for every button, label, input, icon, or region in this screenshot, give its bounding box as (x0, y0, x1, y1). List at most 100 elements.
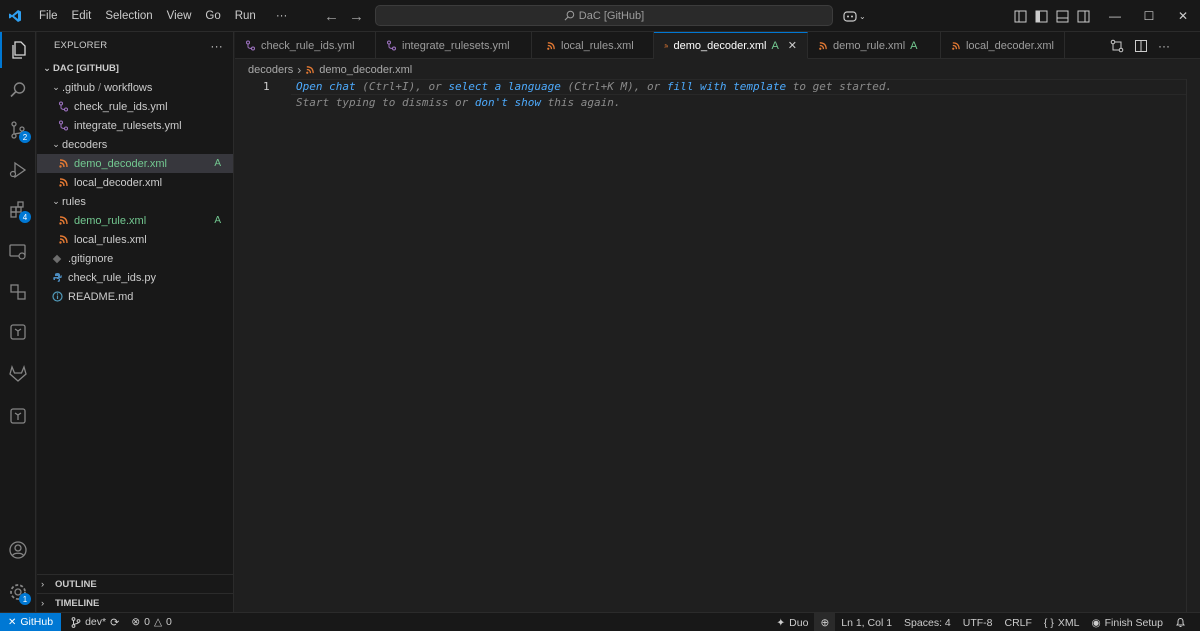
chevron-down-icon: ⌄ (52, 196, 60, 206)
folder-rules[interactable]: ⌄ rules (37, 192, 233, 211)
extensions-icon[interactable]: 4 (0, 192, 36, 228)
zoom-indicator[interactable]: ⊕ (814, 613, 836, 631)
run-debug-icon[interactable] (0, 152, 36, 188)
customize-layout-icon[interactable] (1014, 10, 1027, 23)
search-icon[interactable] (0, 72, 36, 108)
fill-template-link[interactable]: fill with template (667, 80, 786, 93)
menu-view[interactable]: View (160, 0, 199, 32)
copilot-button[interactable]: ⌄ (842, 0, 866, 32)
line-endings[interactable]: CRLF (999, 613, 1038, 631)
vertical-scrollbar[interactable] (1186, 79, 1200, 612)
remote-indicator[interactable]: ✕ GitHub (0, 612, 62, 631)
accounts-icon[interactable] (0, 532, 36, 568)
explorer-more-button[interactable]: ··· (210, 39, 223, 53)
file-gitignore[interactable]: .gitignore (37, 249, 233, 268)
explorer-icon[interactable] (0, 32, 36, 68)
tab-label: demo_decoder.xml (673, 39, 767, 52)
eol-label: CRLF (1004, 616, 1032, 629)
close-icon[interactable]: ✕ (1166, 0, 1200, 32)
warning-count: 0 (166, 616, 172, 628)
warning-icon: △ (153, 616, 163, 628)
search-icon (564, 10, 575, 21)
file-check-rule-ids-yml[interactable]: check_rule_ids.yml (37, 97, 233, 116)
menu-run[interactable]: Run (228, 0, 263, 32)
terraform-icon[interactable] (0, 314, 36, 350)
workspace-root[interactable]: ⌄ DAC [GITHUB] (37, 59, 233, 78)
tab-label: demo_rule.xml (833, 39, 906, 52)
folder-workflows-label: workflows (104, 81, 153, 94)
gitlab-icon[interactable] (0, 356, 36, 392)
more-actions-icon[interactable]: ··· (1158, 39, 1170, 53)
tab-demo-rule-xml[interactable]: demo_rule.xml A (808, 32, 941, 59)
settings-gear-icon[interactable]: 1 (0, 574, 36, 610)
split-editor-icon[interactable] (1134, 39, 1148, 53)
breadcrumb-folder[interactable]: decoders (248, 64, 293, 76)
file-label: local_decoder.xml (74, 176, 163, 189)
minimize-icon[interactable]: — (1098, 0, 1132, 32)
menu-edit[interactable]: Edit (65, 0, 99, 32)
menu-more[interactable]: ··· (269, 0, 295, 32)
encoding[interactable]: UTF-8 (957, 613, 999, 631)
branch-label: dev* (85, 616, 107, 628)
open-chat-link[interactable]: Open chat (296, 80, 356, 93)
tab-demo-decoder-xml[interactable]: demo_decoder.xml A ✕ (654, 32, 808, 59)
tab-check-rule-ids-yml[interactable]: check_rule_ids.yml (235, 32, 376, 59)
remote-explorer-icon[interactable] (0, 234, 36, 270)
file-local-decoder-xml[interactable]: local_decoder.xml (37, 173, 233, 192)
file-integrate-rulesets-yml[interactable]: integrate_rulesets.yml (37, 116, 233, 135)
duo-status[interactable]: ✦ Duo (770, 613, 814, 631)
outline-section[interactable]: › OUTLINE (37, 574, 233, 593)
editor-area[interactable]: 1 Open chat (Ctrl+I), or select a langua… (235, 79, 1200, 612)
select-language-link[interactable]: select a language (448, 80, 561, 93)
language-mode[interactable]: { } XML (1038, 613, 1086, 631)
folder-github-workflows[interactable]: ⌄ .github / workflows (37, 78, 233, 97)
cursor-position[interactable]: Ln 1, Col 1 (835, 613, 898, 631)
breadcrumb-file[interactable]: demo_decoder.xml (319, 64, 412, 76)
toggle-panel-icon[interactable] (1056, 10, 1069, 23)
info-file-icon (50, 290, 64, 304)
indentation[interactable]: Spaces: 4 (898, 613, 957, 631)
vscode-logo-icon (2, 0, 28, 32)
command-center[interactable]: DaC [GitHub] (375, 5, 833, 26)
testing-icon[interactable] (0, 274, 36, 310)
chevron-down-icon: ⌄ (43, 63, 51, 73)
notifications[interactable] (1169, 613, 1192, 631)
timeline-section[interactable]: › TIMELINE (37, 593, 233, 612)
toggle-primary-sidebar-icon[interactable] (1035, 10, 1048, 23)
branch-indicator[interactable]: dev* ⟳ (65, 613, 125, 631)
menu-selection[interactable]: Selection (98, 0, 159, 32)
back-arrow-icon[interactable]: ← (324, 8, 339, 25)
maximize-icon[interactable]: ☐ (1132, 0, 1166, 32)
folder-decoders[interactable]: ⌄ decoders (37, 135, 233, 154)
menu-go[interactable]: Go (198, 0, 227, 32)
forward-arrow-icon[interactable]: → (349, 8, 364, 25)
file-label: check_rule_ids.yml (74, 100, 168, 113)
menu-file[interactable]: File (32, 0, 65, 32)
file-check-rule-ids-py[interactable]: check_rule_ids.py (37, 268, 233, 287)
dont-show-link[interactable]: don't show (475, 96, 541, 109)
terraform-cloud-icon[interactable] (0, 398, 36, 434)
tab-local-decoder-xml[interactable]: local_decoder.xml (941, 32, 1065, 59)
sync-icon[interactable]: ⟳ (110, 616, 119, 629)
file-readme-md[interactable]: README.md (37, 287, 233, 306)
toggle-secondary-sidebar-icon[interactable] (1077, 10, 1090, 23)
file-label: integrate_rulesets.yml (74, 119, 182, 132)
file-demo-decoder-xml[interactable]: demo_decoder.xml A (37, 154, 233, 173)
duo-icon: ✦ (776, 616, 786, 629)
file-demo-rule-xml[interactable]: demo_rule.xml A (37, 211, 233, 230)
problems-indicator[interactable]: ⊗ 0 △ 0 (125, 613, 178, 631)
source-control-icon[interactable]: 2 (0, 112, 36, 148)
xml-file-icon (56, 157, 70, 171)
file-label: README.md (68, 290, 134, 303)
hint-text: (Ctrl+I), or (355, 80, 449, 93)
tab-integrate-rulesets-yml[interactable]: integrate_rulesets.yml (376, 32, 532, 59)
duo-label: Duo (789, 616, 809, 629)
tab-local-rules-xml[interactable]: local_rules.xml (532, 32, 654, 59)
git-file-icon (50, 252, 64, 266)
command-center-label: DaC [GitHub] (578, 9, 645, 22)
compare-changes-icon[interactable] (1110, 39, 1124, 53)
finish-setup[interactable]: ◉ Finish Setup (1085, 613, 1169, 631)
file-local-rules-xml[interactable]: local_rules.xml (37, 230, 233, 249)
chevron-right-icon: › (41, 578, 45, 590)
close-icon[interactable]: ✕ (788, 39, 797, 52)
